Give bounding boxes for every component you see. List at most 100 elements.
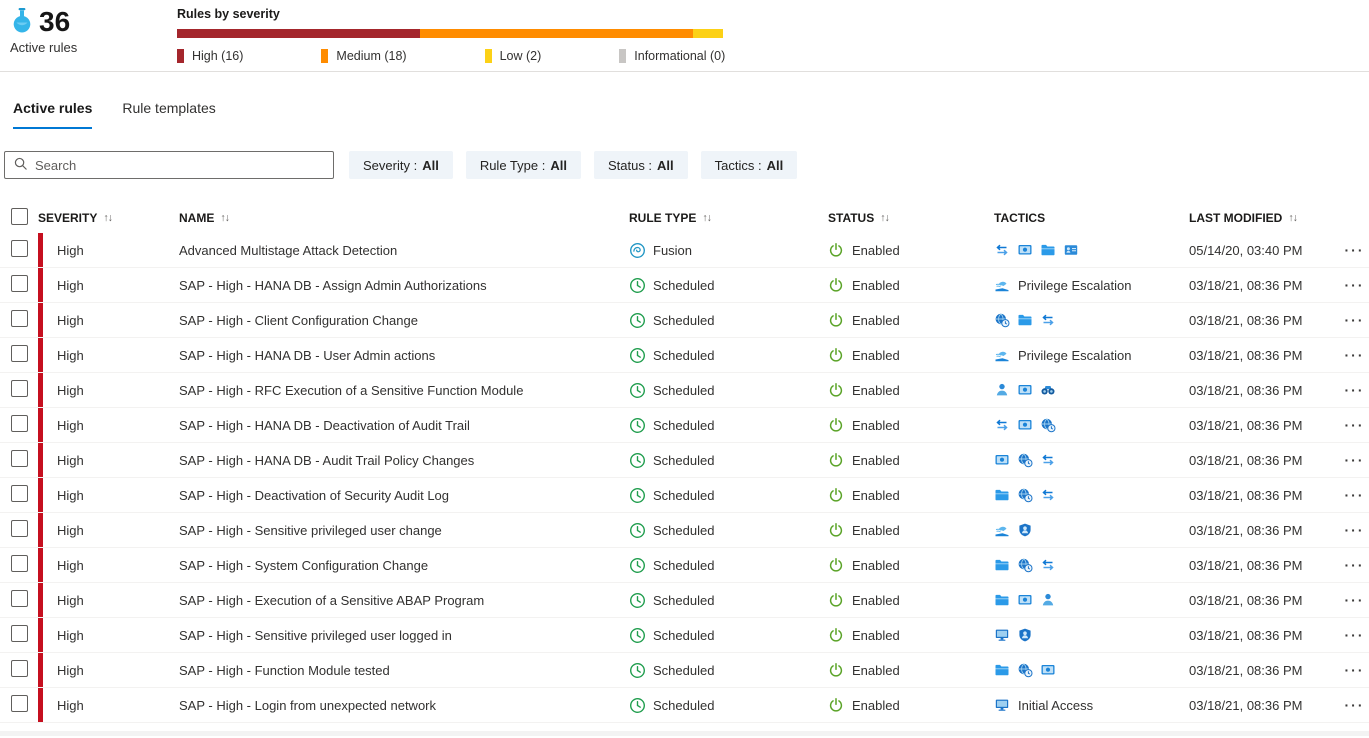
column-header-last-modified[interactable]: LAST MODIFIED↑↓ (1189, 211, 1340, 225)
row-menu-button[interactable]: ··· (1345, 418, 1365, 432)
row-checkbox[interactable] (11, 450, 28, 467)
row-checkbox[interactable] (11, 240, 28, 257)
rule-name: SAP - High - Deactivation of Security Au… (179, 488, 629, 503)
row-checkbox[interactable] (11, 380, 28, 397)
severity-label: High (57, 698, 84, 713)
row-menu-button[interactable]: ··· (1345, 558, 1365, 572)
row-checkbox[interactable] (11, 310, 28, 327)
search-box[interactable] (4, 151, 334, 179)
column-header-rule-type[interactable]: RULE TYPE↑↓ (629, 211, 828, 225)
filter-pill-tactics[interactable]: Tactics :All (701, 151, 798, 179)
rule-type-label: Scheduled (653, 348, 714, 363)
winged-shoe-icon (994, 277, 1010, 293)
row-menu-button[interactable]: ··· (1345, 243, 1365, 257)
row-select-cell (0, 660, 38, 680)
row-checkbox[interactable] (11, 275, 28, 292)
table-row[interactable]: HighSAP - High - Execution of a Sensitiv… (0, 583, 1369, 618)
tab-active-rules[interactable]: Active rules (13, 99, 92, 129)
row-checkbox[interactable] (11, 625, 28, 642)
column-label: RULE TYPE (629, 211, 696, 225)
filter-pill-rule-type[interactable]: Rule Type :All (466, 151, 581, 179)
status-label: Enabled (852, 488, 900, 503)
filter-pill-severity[interactable]: Severity :All (349, 151, 453, 179)
tactics-cell: Privilege Escalation (994, 347, 1189, 363)
rule-type-label: Scheduled (653, 698, 714, 713)
table-row[interactable]: HighSAP - High - HANA DB - User Admin ac… (0, 338, 1369, 373)
row-menu-button[interactable]: ··· (1345, 698, 1365, 712)
row-menu-button[interactable]: ··· (1345, 523, 1365, 537)
row-menu-button[interactable]: ··· (1345, 628, 1365, 642)
scheduled-icon (629, 312, 646, 329)
filter-pill-status[interactable]: Status :All (594, 151, 688, 179)
severity-cell: High (38, 478, 179, 512)
table-row[interactable]: HighSAP - High - Client Configuration Ch… (0, 303, 1369, 338)
tactics-cell (994, 312, 1189, 328)
tab-rule-templates[interactable]: Rule templates (122, 99, 215, 129)
row-select-cell (0, 485, 38, 505)
row-checkbox[interactable] (11, 660, 28, 677)
table-row[interactable]: HighSAP - High - Sensitive privileged us… (0, 513, 1369, 548)
row-select-cell (0, 415, 38, 435)
row-checkbox[interactable] (11, 590, 28, 607)
table-body: HighAdvanced Multistage Attack Detection… (0, 233, 1369, 723)
sort-icon: ↑↓ (103, 212, 112, 224)
column-header-tactics[interactable]: TACTICS (994, 211, 1189, 225)
row-checkbox[interactable] (11, 345, 28, 362)
severity-cell: High (38, 443, 179, 477)
power-icon (828, 452, 844, 468)
rule-name: SAP - High - Sensitive privileged user c… (179, 523, 629, 538)
severity-label: High (57, 313, 84, 328)
column-label: TACTICS (994, 211, 1045, 225)
row-menu-button[interactable]: ··· (1345, 453, 1365, 467)
status-label: Enabled (852, 558, 900, 573)
row-menu-button[interactable]: ··· (1345, 313, 1365, 327)
row-checkbox[interactable] (11, 485, 28, 502)
column-header-name[interactable]: NAME↑↓ (179, 211, 629, 225)
row-checkbox[interactable] (11, 520, 28, 537)
status-label: Enabled (852, 383, 900, 398)
table-row[interactable]: HighSAP - High - System Configuration Ch… (0, 548, 1369, 583)
status-cell: Enabled (828, 312, 994, 328)
row-menu-button[interactable]: ··· (1345, 663, 1365, 677)
rule-type-label: Scheduled (653, 278, 714, 293)
table-row[interactable]: HighAdvanced Multistage Attack Detection… (0, 233, 1369, 268)
tactics-cell: Privilege Escalation (994, 277, 1189, 293)
row-menu-button[interactable]: ··· (1345, 383, 1365, 397)
row-menu-button[interactable]: ··· (1345, 488, 1365, 502)
last-modified: 03/18/21, 08:36 PM (1189, 523, 1340, 538)
status-cell: Enabled (828, 452, 994, 468)
rule-name: SAP - High - HANA DB - Deactivation of A… (179, 418, 629, 433)
rule-type-label: Fusion (653, 243, 692, 258)
row-menu-button[interactable]: ··· (1345, 278, 1365, 292)
severity-label: High (57, 628, 84, 643)
rule-type-cell: Scheduled (629, 627, 828, 644)
table-row[interactable]: HighSAP - High - RFC Execution of a Sens… (0, 373, 1369, 408)
severity-cell: High (38, 548, 179, 582)
table-row[interactable]: HighSAP - High - Function Module testedS… (0, 653, 1369, 688)
table-row[interactable]: HighSAP - High - HANA DB - Deactivation … (0, 408, 1369, 443)
table-row[interactable]: HighSAP - High - HANA DB - Audit Trail P… (0, 443, 1369, 478)
column-header-status[interactable]: STATUS↑↓ (828, 211, 994, 225)
row-menu-button[interactable]: ··· (1345, 348, 1365, 362)
column-header-severity[interactable]: SEVERITY↑↓ (38, 211, 179, 225)
row-menu-button[interactable]: ··· (1345, 593, 1365, 607)
severity-cell: High (38, 408, 179, 442)
row-checkbox[interactable] (11, 695, 28, 712)
sync-arrows-icon (994, 242, 1010, 258)
table-row[interactable]: HighSAP - High - HANA DB - Assign Admin … (0, 268, 1369, 303)
header-divider (0, 71, 1369, 72)
filter-pill-value: All (657, 158, 674, 173)
search-input[interactable] (35, 158, 325, 173)
select-all-checkbox[interactable] (11, 208, 28, 225)
row-checkbox[interactable] (11, 555, 28, 572)
table-row[interactable]: HighSAP - High - Deactivation of Securit… (0, 478, 1369, 513)
row-select-cell (0, 590, 38, 610)
severity-indicator (38, 653, 43, 687)
table-row[interactable]: HighSAP - High - Sensitive privileged us… (0, 618, 1369, 653)
device-screen-icon (1017, 417, 1033, 433)
table-row[interactable]: High SAP - High - Login from unexpected n… (0, 688, 1369, 723)
scheduled-icon (629, 277, 646, 294)
row-checkbox[interactable] (11, 415, 28, 432)
rule-name: SAP - High - Login from unexpected netwo… (179, 698, 629, 713)
filter-pill-label: Severity : (363, 158, 417, 173)
